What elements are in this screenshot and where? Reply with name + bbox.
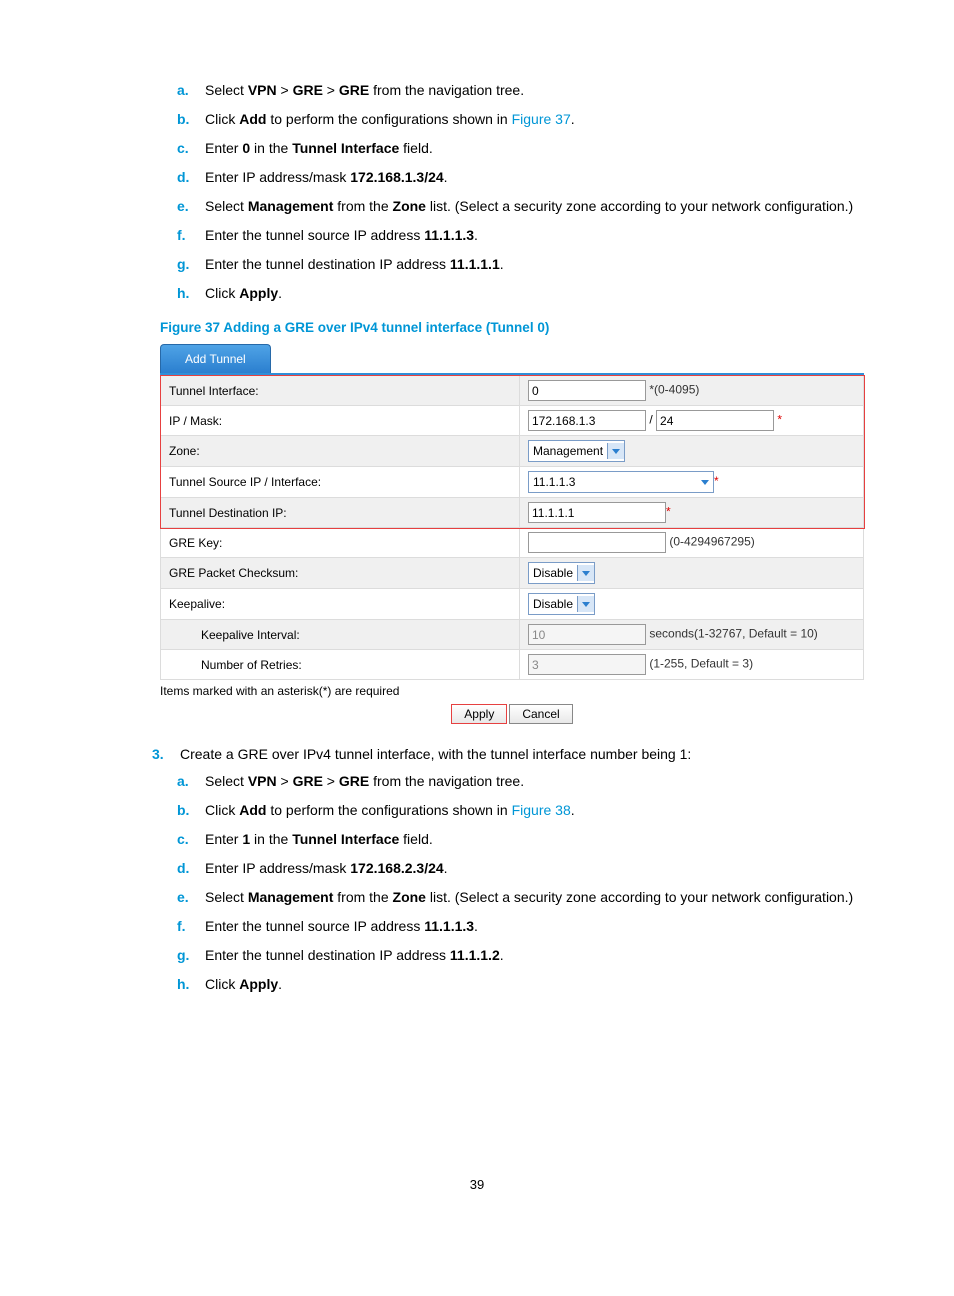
- hint-gre-key: (0-4294967295): [669, 535, 754, 549]
- label-retries: Number of Retries:: [161, 650, 520, 680]
- list-a-to-h-first: a. Select VPN > GRE > GRE from the navig…: [90, 80, 864, 304]
- required-star: *: [714, 474, 719, 488]
- step-h: h. Click Apply.: [205, 974, 864, 995]
- step-f: f. Enter the tunnel source IP address 11…: [205, 916, 864, 937]
- label-zone: Zone:: [161, 436, 520, 467]
- hint-tunnel-interface: *(0-4095): [649, 383, 699, 397]
- figure-37-link[interactable]: Figure 37: [512, 111, 571, 127]
- step-g: g. Enter the tunnel destination IP addre…: [205, 945, 864, 966]
- step-d: d. Enter IP address/mask 172.168.2.3/24.: [205, 858, 864, 879]
- tab-add-tunnel[interactable]: Add Tunnel: [160, 344, 271, 373]
- label-gre-key: GRE Key:: [161, 528, 520, 558]
- step-f: f. Enter the tunnel source IP address 11…: [205, 225, 864, 246]
- cancel-button[interactable]: Cancel: [509, 704, 572, 724]
- page-number: 39: [90, 1175, 864, 1195]
- step-a: a. Select VPN > GRE > GRE from the navig…: [205, 771, 864, 792]
- step-g: g. Enter the tunnel destination IP addre…: [205, 254, 864, 275]
- chevron-down-icon: [607, 443, 624, 459]
- label-ip-mask: IP / Mask:: [161, 406, 520, 436]
- required-note: Items marked with an asterisk(*) are req…: [160, 682, 864, 700]
- apply-button[interactable]: Apply: [451, 704, 507, 724]
- list-a-to-h-second: a. Select VPN > GRE > GRE from the navig…: [90, 771, 864, 995]
- keepalive-select[interactable]: Disable: [528, 593, 595, 615]
- figure-37-form: Add Tunnel Tunnel Interface: *(0-4095) I…: [160, 344, 864, 724]
- required-star: *: [666, 505, 671, 519]
- chevron-down-icon: [577, 565, 594, 581]
- zone-select[interactable]: Management: [528, 440, 625, 462]
- hint-keepalive-interval: seconds(1-32767, Default = 10): [649, 627, 817, 641]
- step-b: b. Click Add to perform the configuratio…: [205, 109, 864, 130]
- step-h: h. Click Apply.: [205, 283, 864, 304]
- tunnel-source-select[interactable]: 11.1.1.3: [528, 471, 714, 493]
- required-star: *: [777, 413, 782, 427]
- label-keepalive-interval: Keepalive Interval:: [161, 620, 520, 650]
- label-gre-checksum: GRE Packet Checksum:: [161, 558, 520, 589]
- label-tunnel-interface: Tunnel Interface:: [161, 376, 520, 406]
- hint-retries: (1-255, Default = 3): [649, 657, 753, 671]
- label-keepalive: Keepalive:: [161, 589, 520, 620]
- gre-key-input[interactable]: [528, 532, 666, 553]
- figure-38-link[interactable]: Figure 38: [512, 802, 571, 818]
- mask-input[interactable]: [656, 410, 774, 431]
- step-e: e. Select Management from the Zone list.…: [205, 196, 864, 217]
- step-c: c. Enter 1 in the Tunnel Interface field…: [205, 829, 864, 850]
- chevron-down-icon: [577, 596, 594, 612]
- retries-input: [528, 654, 646, 675]
- step-d: d. Enter IP address/mask 172.168.1.3/24.: [205, 167, 864, 188]
- tunnel-dest-input[interactable]: [528, 502, 666, 523]
- step-3: 3. Create a GRE over IPv4 tunnel interfa…: [180, 744, 864, 765]
- chevron-down-icon: [697, 474, 713, 490]
- label-tunnel-source: Tunnel Source IP / Interface:: [161, 467, 520, 498]
- ip-input[interactable]: [528, 410, 646, 431]
- step-b: b. Click Add to perform the configuratio…: [205, 800, 864, 821]
- step-e: e. Select Management from the Zone list.…: [205, 887, 864, 908]
- step-a: a. Select VPN > GRE > GRE from the navig…: [205, 80, 864, 101]
- numbered-step-3: 3. Create a GRE over IPv4 tunnel interfa…: [90, 744, 864, 765]
- figure-37-title: Figure 37 Adding a GRE over IPv4 tunnel …: [160, 318, 864, 338]
- checksum-select[interactable]: Disable: [528, 562, 595, 584]
- step-c: c. Enter 0 in the Tunnel Interface field…: [205, 138, 864, 159]
- tunnel-interface-input[interactable]: [528, 380, 646, 401]
- label-tunnel-dest: Tunnel Destination IP:: [161, 498, 520, 528]
- keepalive-interval-input: [528, 624, 646, 645]
